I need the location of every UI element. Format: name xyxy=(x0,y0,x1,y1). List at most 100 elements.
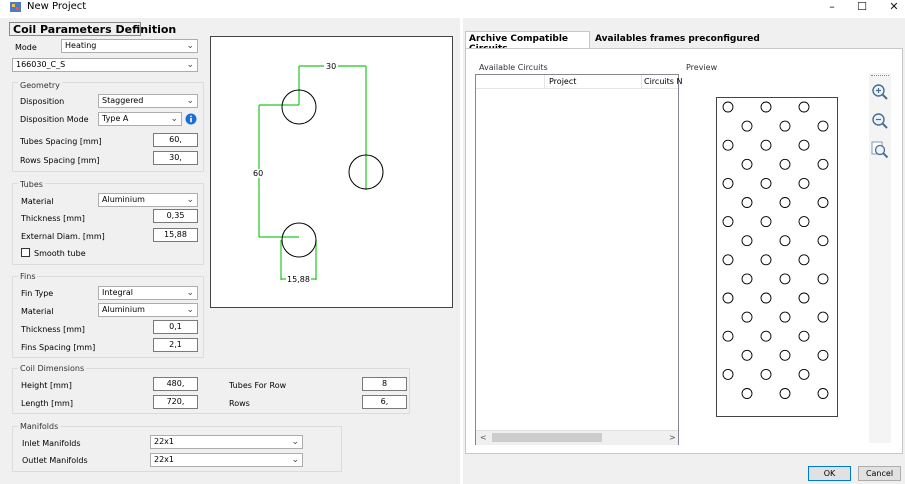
mode-value: Heating xyxy=(65,41,97,50)
fin-type-select[interactable]: Integral ⌄ xyxy=(98,286,198,300)
maximize-button[interactable]: ☐ xyxy=(845,0,879,15)
preview-tube xyxy=(817,158,829,170)
disposition-select[interactable]: Staggered ⌄ xyxy=(98,94,198,108)
mode-label: Mode xyxy=(15,43,37,52)
fin-type-label: Fin Type xyxy=(21,289,54,298)
tubes-for-row-label: Tubes For Row xyxy=(229,381,287,390)
rows-label: Rows xyxy=(229,399,250,408)
fin-thickness-input[interactable]: 0,1 xyxy=(153,320,198,334)
fin-thickness-label: Thickness [mm] xyxy=(21,325,85,334)
rows-spacing-input[interactable]: 30, xyxy=(153,151,198,165)
preview-tube xyxy=(798,216,810,228)
tab-archive-circuits[interactable]: Archive Compatible Circuits xyxy=(465,31,590,54)
preview-tube xyxy=(741,120,753,132)
circuit-select[interactable]: 166030_C_S ⌄ xyxy=(12,58,198,72)
length-input[interactable]: 720, xyxy=(153,395,198,409)
tubes-for-row-input[interactable]: 8 xyxy=(362,377,407,391)
preview-tube xyxy=(760,177,772,189)
tube-material-label: Material xyxy=(21,197,54,206)
disposition-value: Staggered xyxy=(102,96,144,105)
tubes-spacing-label: Tubes Spacing [mm] xyxy=(20,137,102,146)
tubes-group-title: Tubes xyxy=(18,180,45,189)
scroll-right-button[interactable]: > xyxy=(669,433,676,442)
fins-spacing-input[interactable]: 2,1 xyxy=(153,338,198,352)
inlet-manifolds-value: 22x1 xyxy=(154,437,175,446)
tube-material-select[interactable]: Aluminium ⌄ xyxy=(98,193,198,207)
preview-tube xyxy=(817,349,829,361)
fins-spacing-label: Fins Spacing [mm] xyxy=(21,343,96,352)
fin-material-value: Aluminium xyxy=(102,305,145,314)
disposition-mode-label: Disposition Mode xyxy=(20,115,89,124)
section-title: Coil Parameters Definition xyxy=(13,23,177,36)
height-input[interactable]: 480, xyxy=(153,377,198,391)
external-diam-input[interactable]: 15,88 xyxy=(153,228,198,242)
mode-select[interactable]: Heating ⌄ xyxy=(61,39,198,53)
preview-tube xyxy=(760,216,772,228)
rows-input[interactable]: 6, xyxy=(362,395,407,409)
preview-tube xyxy=(798,292,810,304)
smooth-tube-checkbox[interactable] xyxy=(21,248,30,257)
geometry-group-title: Geometry xyxy=(18,81,62,90)
list-header: Project Circuits N xyxy=(476,75,682,89)
fin-material-label: Material xyxy=(21,307,54,316)
zoom-out-icon[interactable] xyxy=(871,112,889,130)
zoom-fit-icon[interactable] xyxy=(871,141,889,159)
cancel-button[interactable]: Cancel xyxy=(858,466,901,481)
chevron-down-icon: ⌄ xyxy=(170,114,178,124)
outlet-manifolds-select[interactable]: 22x1 ⌄ xyxy=(150,453,303,467)
preview-tube xyxy=(798,368,810,380)
preview-tube xyxy=(741,235,753,247)
ok-button[interactable]: OK xyxy=(808,466,851,481)
app-icon xyxy=(10,2,21,12)
preview-tube xyxy=(741,197,753,208)
tubes-spacing-input[interactable]: 60, xyxy=(153,133,198,147)
scrollbar-thumb[interactable] xyxy=(492,433,602,442)
external-diam-label: External Diam. [mm] xyxy=(21,232,105,241)
preview-tube xyxy=(817,197,829,208)
preview-tube xyxy=(741,158,753,170)
preview-tube xyxy=(779,349,791,361)
preview-tube xyxy=(741,273,753,285)
zoom-in-icon[interactable] xyxy=(871,83,889,101)
preview-tube xyxy=(779,158,791,170)
preview-tube xyxy=(741,388,753,399)
disposition-mode-select[interactable]: Type A ⌄ xyxy=(98,112,182,126)
inlet-manifolds-label: Inlet Manifolds xyxy=(22,439,81,448)
smooth-tube-label: Smooth tube xyxy=(34,249,86,258)
preview-tube xyxy=(817,311,829,323)
close-button[interactable]: ✕ xyxy=(877,0,905,15)
preview-tube xyxy=(817,235,829,247)
tab-frames-preconfigured[interactable]: Availables frames preconfigured xyxy=(595,34,760,44)
tab-content: Available Circuits Project Circuits N < … xyxy=(465,48,903,454)
inlet-manifolds-select[interactable]: 22x1 ⌄ xyxy=(150,435,303,449)
preview-tube xyxy=(760,139,772,151)
chevron-down-icon: ⌄ xyxy=(186,195,194,205)
preview-tube xyxy=(779,311,791,323)
scroll-left-button[interactable]: < xyxy=(480,433,487,442)
info-icon[interactable] xyxy=(185,113,197,125)
tube-thickness-input[interactable]: 0,35 xyxy=(153,209,198,223)
preview-tube xyxy=(817,388,829,399)
fin-material-select[interactable]: Aluminium ⌄ xyxy=(98,303,198,317)
tube-material-value: Aluminium xyxy=(102,195,145,204)
preview-tube xyxy=(779,273,791,285)
horizontal-scrollbar[interactable]: < > xyxy=(476,430,678,445)
preview-tube xyxy=(760,292,772,304)
minimize-button[interactable]: – xyxy=(815,0,849,15)
chevron-down-icon: ⌄ xyxy=(291,437,299,447)
dim-60-label: 60 xyxy=(252,169,265,178)
chevron-down-icon: ⌄ xyxy=(186,41,194,51)
outlet-manifolds-label: Outlet Manifolds xyxy=(22,456,88,465)
preview-tube xyxy=(798,330,810,342)
preview-tube xyxy=(741,349,753,361)
column-project[interactable]: Project xyxy=(549,77,576,86)
preview-tube xyxy=(779,197,791,208)
chevron-down-icon: ⌄ xyxy=(186,60,194,70)
preview-label: Preview xyxy=(686,63,718,72)
circuit-value: 166030_C_S xyxy=(16,60,66,69)
geometry-diagram: 30 60 15,88 xyxy=(210,36,453,308)
circuits-list[interactable]: Project Circuits N < > xyxy=(475,74,682,445)
preview-tube xyxy=(817,273,829,285)
preview-tube xyxy=(779,235,791,247)
column-circuits[interactable]: Circuits N xyxy=(644,77,682,86)
